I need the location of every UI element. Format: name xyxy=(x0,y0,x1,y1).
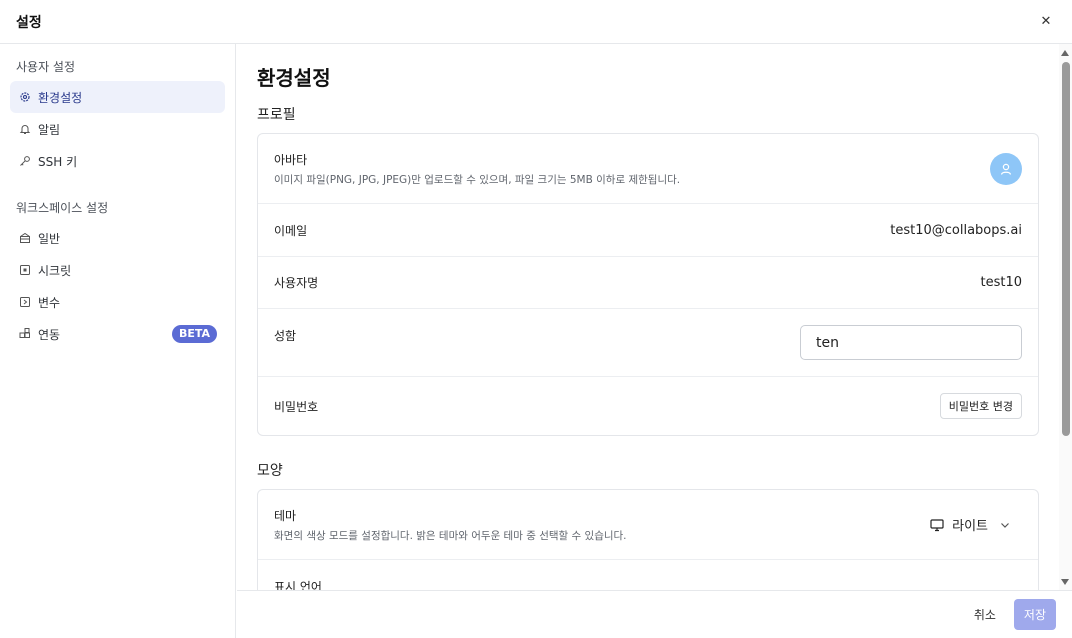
language-label: 표시 언어 xyxy=(274,580,322,590)
close-button[interactable]: ✕ xyxy=(1036,11,1056,31)
sidebar-item-general[interactable]: 일반 xyxy=(10,222,225,254)
chevron-down-icon xyxy=(1001,522,1009,528)
cancel-button[interactable]: 취소 xyxy=(974,606,996,623)
section-title-appearance: 모양 xyxy=(257,463,283,479)
avatar-upload-button[interactable] xyxy=(990,152,1022,185)
bell-icon xyxy=(18,122,32,136)
email-label: 이메일 xyxy=(274,223,308,238)
sidebar-item-notifications[interactable]: 알림 xyxy=(10,113,225,145)
username-label: 사용자명 xyxy=(274,276,319,290)
sidebar-item-label: 시크릿 xyxy=(38,263,72,278)
sidebar-item-label: 환경설정 xyxy=(38,90,83,105)
window-title: 설정 xyxy=(16,14,42,31)
appearance-card: 테마 화면의 색상 모드를 설정합니다. 밝은 테마와 어두운 테마 중 선택할… xyxy=(257,489,1039,590)
email-value: test10@collabops.ai xyxy=(890,222,1022,238)
language-row: 표시 언어 xyxy=(258,560,1038,590)
theme-row: 테마 화면의 색상 모드를 설정합니다. 밝은 테마와 어두운 테마 중 선택할… xyxy=(258,490,1038,560)
sidebar-item-variables[interactable]: 변수 xyxy=(10,286,225,318)
main-content: 환경설정 프로필 아바타 이미지 파일(PNG, JPG, JPEG)만 업로드… xyxy=(237,44,1059,590)
scroll-up-arrow[interactable] xyxy=(1061,50,1069,56)
change-password-button[interactable]: 비밀번호 변경 xyxy=(939,393,1022,419)
monitor-icon xyxy=(930,518,944,531)
save-button[interactable]: 저장 xyxy=(1013,599,1056,630)
lastname-row: 성함 xyxy=(258,309,1038,377)
password-label: 비밀번호 xyxy=(274,399,319,414)
sidebar-item-label: 알림 xyxy=(38,122,61,137)
key-icon xyxy=(18,154,32,168)
sidebar-item-integrations[interactable]: 연동 BETA xyxy=(10,318,225,350)
lastname-label: 성함 xyxy=(274,329,297,343)
scroll-thumb[interactable] xyxy=(1062,62,1070,436)
gear-icon xyxy=(18,90,32,104)
sidebar-item-label: 변수 xyxy=(38,295,61,310)
scroll-down-arrow[interactable] xyxy=(1061,579,1069,585)
close-icon: ✕ xyxy=(1040,13,1052,29)
theme-label: 테마 xyxy=(274,508,297,523)
integration-icon xyxy=(18,327,32,341)
lastname-input[interactable] xyxy=(800,325,1022,360)
page-title: 환경설정 xyxy=(257,66,331,90)
avatar-row: 아바타 이미지 파일(PNG, JPG, JPEG)만 업로드할 수 있으며, … xyxy=(258,134,1038,204)
user-icon xyxy=(1000,163,1012,175)
sidebar-item-label: SSH 키 xyxy=(38,154,78,169)
sidebar-section-user: 사용자 설정 xyxy=(16,60,76,74)
footer: 취소 저장 xyxy=(237,590,1072,638)
username-value: test10 xyxy=(980,275,1022,290)
sidebar-item-label: 일반 xyxy=(38,231,61,246)
theme-select[interactable]: 라이트 xyxy=(930,515,1010,534)
theme-description: 화면의 색상 모드를 설정합니다. 밝은 테마와 어두운 테마 중 선택할 수 … xyxy=(274,529,627,542)
settings-window: 설정 ✕ 사용자 설정 환경설정 알림 SSH 키 워크스페이스 설정 일반 시… xyxy=(0,0,1072,638)
secret-icon xyxy=(18,263,32,277)
sidebar: 사용자 설정 환경설정 알림 SSH 키 워크스페이스 설정 일반 시크릿 변수… xyxy=(0,44,236,638)
sidebar-section-workspace: 워크스페이스 설정 xyxy=(16,201,109,215)
title-bar: 설정 ✕ xyxy=(0,0,1072,44)
variable-icon xyxy=(18,295,32,309)
beta-badge: BETA xyxy=(171,325,217,343)
profile-card: 아바타 이미지 파일(PNG, JPG, JPEG)만 업로드할 수 있으며, … xyxy=(257,133,1039,436)
section-title-profile: 프로필 xyxy=(257,107,296,123)
sidebar-item-preferences[interactable]: 환경설정 xyxy=(10,81,225,113)
password-row: 비밀번호 비밀번호 변경 xyxy=(258,377,1038,435)
theme-select-value: 라이트 xyxy=(952,519,988,534)
sidebar-item-secrets[interactable]: 시크릿 xyxy=(10,254,225,286)
avatar-description: 이미지 파일(PNG, JPG, JPEG)만 업로드할 수 있으며, 파일 크… xyxy=(274,173,681,186)
avatar-label: 아바타 xyxy=(274,152,308,167)
sidebar-item-ssh-keys[interactable]: SSH 키 xyxy=(10,145,225,177)
username-row: 사용자명 test10 xyxy=(258,257,1038,309)
building-icon xyxy=(18,231,32,245)
email-row: 이메일 test10@collabops.ai xyxy=(258,204,1038,257)
sidebar-item-label: 연동 xyxy=(38,327,61,342)
